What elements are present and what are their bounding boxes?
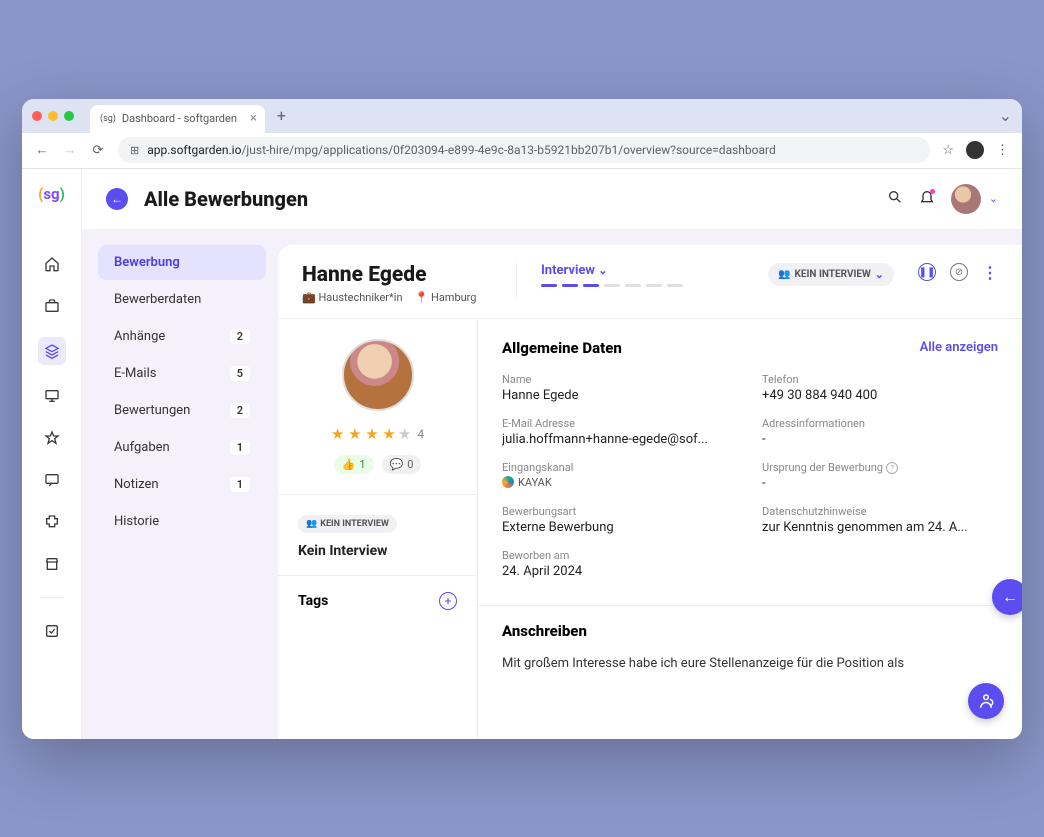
- field-value: 24. April 2024: [502, 564, 738, 579]
- general-data-title: Allgemeine Daten: [502, 339, 622, 357]
- sidebar-item-emails[interactable]: E-Mails5: [98, 356, 266, 391]
- field-label: Bewerbungsart: [502, 505, 738, 518]
- app-header: ← Alle Bewerbungen ⌄: [82, 169, 1022, 229]
- briefcase-icon: 💼 Haustechniker*in: [302, 291, 403, 304]
- interview-status-chip[interactable]: 👥KEIN INTERVIEW ⌄: [768, 263, 894, 286]
- interview-mini-chip: 👥 KEIN INTERVIEW: [298, 515, 397, 533]
- field-value: Externe Bewerbung: [502, 520, 738, 535]
- candidate-name: Hanne Egede: [302, 263, 492, 287]
- show-all-link[interactable]: Alle anzeigen: [920, 340, 998, 355]
- browser-menu-icon[interactable]: ⋮: [996, 143, 1010, 158]
- nav-back-icon[interactable]: ←: [34, 142, 50, 158]
- pause-button[interactable]: ❚❚: [918, 263, 936, 281]
- address-bar[interactable]: ⊞ app.softgarden.io/just-hire/mpg/applic…: [118, 137, 930, 163]
- page-title: Alle Bewerbungen: [144, 187, 308, 211]
- field-value: julia.hoffmann+hanne-egede@sof...: [502, 432, 738, 447]
- reload-icon[interactable]: ⟳: [90, 143, 106, 158]
- comments-chip[interactable]: 💬 0: [382, 455, 422, 474]
- home-icon[interactable]: [41, 253, 63, 275]
- star-icon[interactable]: [41, 427, 63, 449]
- layers-icon[interactable]: [38, 337, 66, 365]
- chat-icon[interactable]: [41, 469, 63, 491]
- monitor-icon[interactable]: [41, 385, 63, 407]
- browser-tab-strip: (sg) Dashboard - softgarden × + ⌄: [22, 99, 1022, 133]
- field-value: zur Kenntnis genommen am 24. A...: [762, 520, 998, 535]
- sidebar-item-attachments[interactable]: Anhänge2: [98, 319, 266, 354]
- store-icon[interactable]: [41, 553, 63, 575]
- minimize-window[interactable]: [48, 111, 58, 121]
- close-window[interactable]: [32, 111, 42, 121]
- sidebar-item-applicant-data[interactable]: Bewerberdaten: [98, 282, 266, 317]
- field-label: Adressinformationen: [762, 417, 998, 430]
- rating-stars[interactable]: ★ ★ ★ ★ ★4: [298, 425, 457, 443]
- sidebar-item-ratings[interactable]: Bewertungen2: [98, 393, 266, 428]
- tags-title: Tags: [298, 593, 328, 609]
- sidebar-item-tasks[interactable]: Aufgaben1: [98, 430, 266, 465]
- field-value: -: [762, 476, 998, 491]
- field-label: Eingangskanal: [502, 461, 738, 474]
- thumbs-up-chip[interactable]: 👍 1: [334, 455, 374, 474]
- kayak-icon: [502, 476, 514, 488]
- channel-value: KAYAK: [502, 476, 738, 489]
- candidate-job: Haustechniker*in: [318, 291, 402, 304]
- candidate-location: Hamburg: [431, 291, 477, 304]
- help-button[interactable]: [968, 683, 1004, 719]
- field-label: Beworben am: [502, 549, 738, 562]
- site-settings-icon[interactable]: ⊞: [130, 144, 139, 157]
- tabs-dropdown-icon[interactable]: ⌄: [999, 106, 1012, 125]
- collapse-panel-button[interactable]: ←: [992, 579, 1022, 615]
- field-value: Hanne Egede: [502, 388, 738, 403]
- app-logo[interactable]: (sg): [38, 185, 65, 203]
- bookmark-icon[interactable]: ☆: [942, 143, 954, 158]
- new-tab-button[interactable]: +: [277, 106, 286, 125]
- detail-panel: Hanne Egede 💼 Haustechniker*in 📍 Hamburg…: [278, 245, 1022, 739]
- info-icon[interactable]: ?: [886, 462, 898, 474]
- tab-title: Dashboard - softgarden: [122, 112, 237, 125]
- sidebar-item-application[interactable]: Bewerbung: [98, 245, 266, 280]
- location-pin-icon: 📍 Hamburg: [415, 291, 477, 304]
- reject-button[interactable]: ⊘: [950, 263, 968, 281]
- checklist-icon[interactable]: [41, 620, 63, 642]
- field-label: Name: [502, 373, 738, 386]
- user-avatar: [951, 184, 981, 214]
- sidebar-item-history[interactable]: Historie: [98, 504, 266, 539]
- field-value: -: [762, 432, 998, 447]
- cover-letter-title: Anschreiben: [502, 622, 998, 640]
- field-label: Datenschutzhinweise: [762, 505, 998, 518]
- chevron-down-icon: ⌄: [598, 264, 607, 277]
- sidebar-item-notes[interactable]: Notizen1: [98, 467, 266, 502]
- url-path: /just-hire/mpg/applications/0f203094-e89…: [241, 143, 775, 157]
- search-icon[interactable]: [887, 189, 903, 209]
- maximize-window[interactable]: [64, 111, 74, 121]
- nav-rail: (sg): [22, 169, 82, 739]
- browser-toolbar: ← → ⟳ ⊞ app.softgarden.io/just-hire/mpg/…: [22, 133, 1022, 169]
- rating-count: 4: [417, 427, 424, 441]
- interview-block-title: Kein Interview: [298, 543, 457, 559]
- window-controls: [32, 111, 74, 121]
- more-menu-icon[interactable]: ⋮: [982, 263, 998, 282]
- back-button[interactable]: ←: [106, 188, 128, 210]
- briefcase-icon[interactable]: [41, 295, 63, 317]
- candidate-avatar: [342, 339, 414, 411]
- people-icon: 👥: [778, 269, 790, 280]
- url-host: app.softgarden.io: [147, 143, 241, 157]
- nav-forward-icon[interactable]: →: [62, 142, 78, 158]
- browser-profile-avatar[interactable]: [966, 141, 984, 159]
- chevron-down-icon: ⌄: [989, 192, 998, 205]
- field-label: E-Mail Adresse: [502, 417, 738, 430]
- field-label: Telefon: [762, 373, 998, 386]
- field-label: Ursprung der Bewerbung?: [762, 461, 998, 474]
- close-tab-icon[interactable]: ×: [250, 111, 257, 126]
- stage-progress: [541, 284, 683, 287]
- puzzle-icon[interactable]: [41, 511, 63, 533]
- browser-tab[interactable]: (sg) Dashboard - softgarden ×: [90, 105, 265, 133]
- add-tag-button[interactable]: +: [439, 592, 457, 610]
- detail-sidebar: Bewerbung Bewerberdaten Anhänge2 E-Mails…: [98, 245, 278, 739]
- stage-dropdown[interactable]: Interview ⌄: [541, 263, 683, 278]
- cover-letter-text: Mit großem Interesse habe ich eure Stell…: [502, 654, 998, 674]
- field-value: +49 30 884 940 400: [762, 388, 998, 403]
- user-menu[interactable]: ⌄: [951, 184, 998, 214]
- bell-icon[interactable]: [919, 189, 935, 209]
